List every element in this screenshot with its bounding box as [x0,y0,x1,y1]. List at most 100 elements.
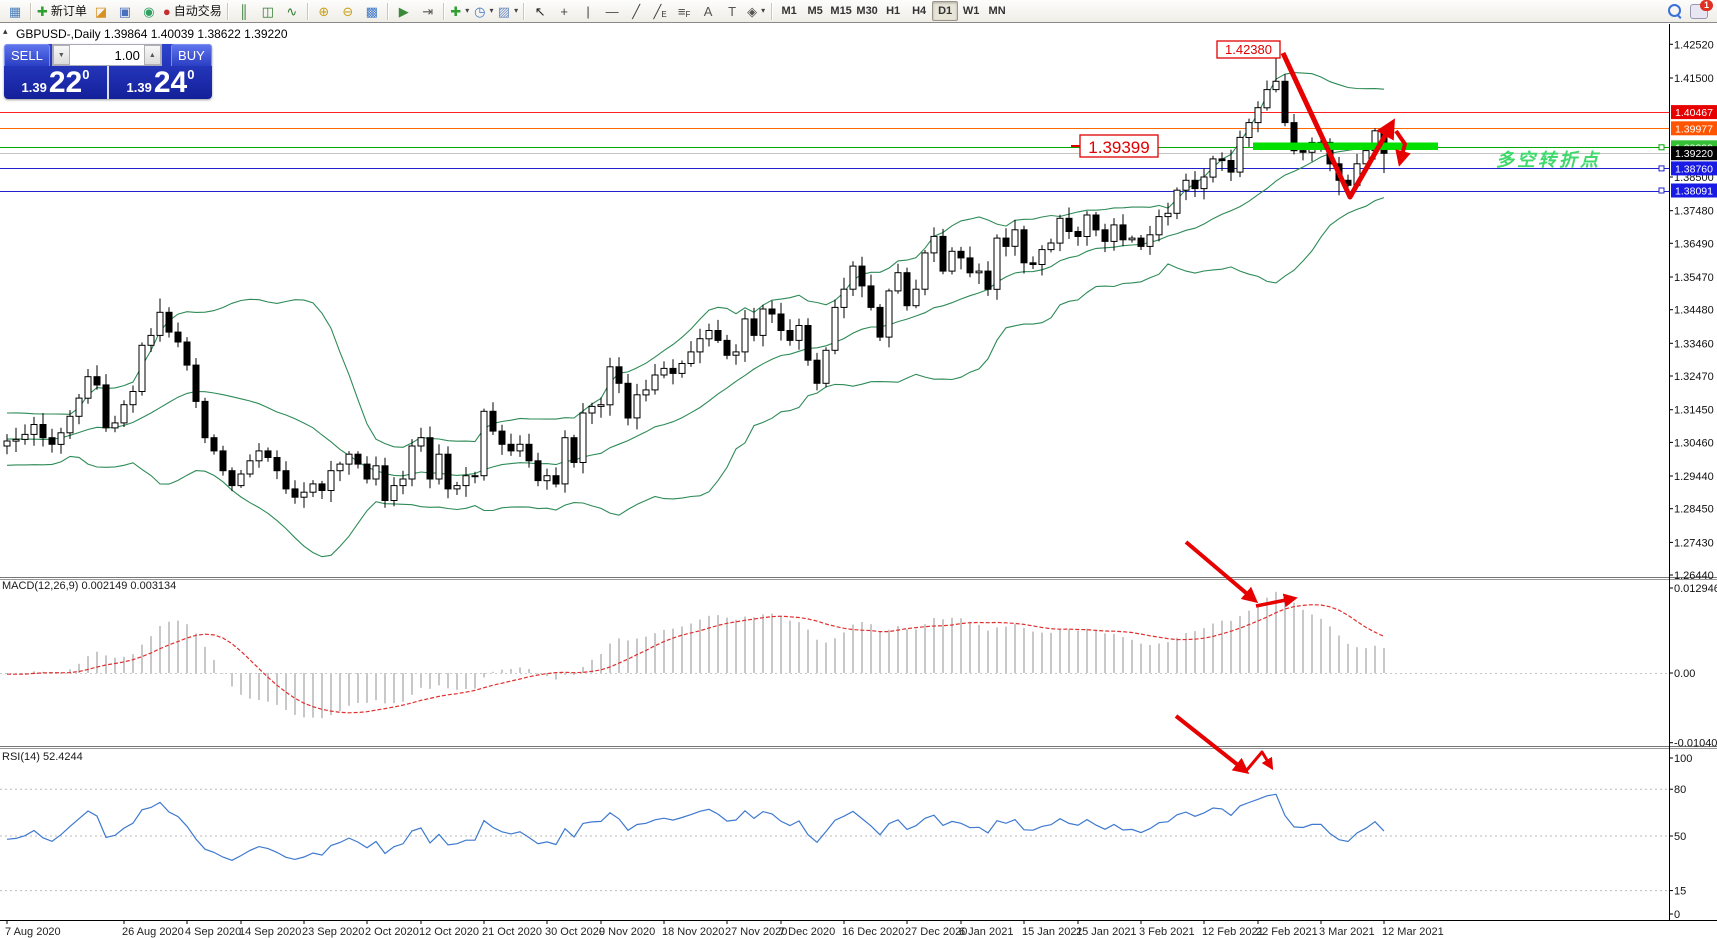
text-tool-icon: A [704,5,713,18]
candlesticks [4,49,1387,508]
svg-text:0: 0 [1674,909,1680,921]
svg-text:100: 100 [1674,753,1692,765]
new-chart-icon[interactable]: ▦ [3,1,27,21]
rsi-indicator-label: RSI(14) 52.4244 [2,751,83,763]
signals-icon: ◉ [143,5,154,18]
timeframe-button-m5[interactable]: M5 [802,1,828,21]
svg-text:80: 80 [1674,784,1686,796]
dropdown-caret-icon[interactable]: ▾ [489,7,493,15]
svg-text:2 Oct 2020: 2 Oct 2020 [365,926,419,938]
line-handle[interactable] [1659,145,1664,150]
candlestick-chart-icon[interactable]: ◫ [256,1,280,21]
svg-text:6 Jan 2021: 6 Jan 2021 [959,926,1013,938]
add-indicator-button[interactable]: ✚▾ [448,1,472,21]
toolbar-separator [387,3,389,20]
support-price-label[interactable]: 1.39399 [1071,135,1158,157]
zoom-in-icon: ⊕ [318,5,329,18]
svg-text:23 Sep 2020: 23 Sep 2020 [302,926,364,938]
one-click-trading-panel: SELL ▼ ▲ BUY 1.39 22 0 1.39 24 0 [4,44,212,99]
support-zone-band[interactable] [1253,143,1438,151]
notifications-icon[interactable]: 1 [1690,4,1708,19]
timeframe-button-m15[interactable]: M15 [828,1,854,21]
dropdown-caret-icon[interactable]: ▾ [761,7,765,15]
svg-text:1.28450: 1.28450 [1674,504,1714,516]
period-clock-button[interactable]: ◷▾ [472,1,496,21]
fibonacci-icon[interactable]: ≡F [672,1,696,21]
line-handle[interactable] [1659,188,1664,193]
price-chart[interactable]: 1.425201.415001.385001.374801.364901.354… [0,0,1717,938]
peak-price-label[interactable]: 1.42380 [1217,41,1280,58]
timeframe-button-d1[interactable]: D1 [932,1,958,21]
volume-input[interactable] [70,45,144,65]
rsi-line [7,794,1384,860]
line-handle[interactable] [1659,166,1664,171]
timeframe-button-h4[interactable]: H4 [906,1,932,21]
svg-text:7 Dec 2020: 7 Dec 2020 [779,926,835,938]
text-tool-icon[interactable]: A [696,1,720,21]
panel-separators[interactable] [0,578,1717,749]
timeframe-button-mn[interactable]: MN [984,1,1010,21]
search-icon[interactable] [1668,4,1682,18]
templates-button: ▨ [498,5,510,18]
svg-text:1.38760: 1.38760 [1675,163,1713,175]
cursor-icon[interactable]: ↖ [528,1,552,21]
horizontal-line-icon: — [606,5,619,18]
svg-text:12 Feb 2021: 12 Feb 2021 [1202,926,1264,938]
zoom-in-icon[interactable]: ⊕ [312,1,336,21]
dropdown-caret-icon[interactable]: ▾ [465,7,469,15]
turning-point-note[interactable]: 多空转折点 [1496,150,1601,170]
timeframe-button-m1[interactable]: M1 [776,1,802,21]
svg-text:1.30460: 1.30460 [1674,437,1714,449]
channel-icon[interactable]: ╱E [648,1,672,21]
svg-text:1.38091: 1.38091 [1675,186,1713,198]
collapse-chart-icon[interactable]: ▴ [3,26,8,37]
zoom-out-icon[interactable]: ⊖ [336,1,360,21]
buy-price[interactable]: 1.39 24 0 [109,66,212,99]
sell-button[interactable]: SELL [4,44,50,66]
auto-scroll-icon[interactable]: ▶ [392,1,416,21]
auto-trading-button[interactable]: ●自动交易 [161,1,224,21]
svg-text:4 Sep 2020: 4 Sep 2020 [185,926,241,938]
bar-chart-icon[interactable]: ║ [232,1,256,21]
sell-price[interactable]: 1.39 22 0 [4,66,107,99]
highlighter-icon[interactable]: ◪ [89,1,113,21]
volume-increase-button[interactable]: ▲ [144,45,161,65]
period-clock-button: ◷ [474,5,485,18]
line-chart-icon: ∿ [286,5,297,18]
dropdown-caret-icon[interactable]: ▾ [514,7,518,15]
timeframe-button-w1[interactable]: W1 [958,1,984,21]
timeframe-button-h1[interactable]: H1 [880,1,906,21]
buy-price-pip: 0 [187,67,194,82]
svg-text:15: 15 [1674,886,1686,898]
shapes-button[interactable]: ◈▾ [744,1,768,21]
svg-text:3 Feb 2021: 3 Feb 2021 [1139,926,1195,938]
trend-arrows-main[interactable] [1283,53,1405,197]
svg-text:1.29440: 1.29440 [1674,471,1714,483]
tile-windows-icon[interactable]: ▩ [360,1,384,21]
horizontal-line-icon[interactable]: — [600,1,624,21]
time-axis[interactable]: 7 Aug 202026 Aug 20204 Sep 202014 Sep 20… [0,920,1717,938]
crosshair-icon[interactable]: + [552,1,576,21]
svg-text:1.39220: 1.39220 [1675,148,1713,160]
price-axis[interactable]: 1.425201.415001.385001.374801.364901.354… [1659,24,1717,920]
trendline-icon[interactable]: ╱ [624,1,648,21]
buy-button[interactable]: BUY [171,44,212,66]
horizontal-line-objects[interactable] [0,113,1669,192]
signals-icon[interactable]: ◉ [137,1,161,21]
templates-button[interactable]: ▨▾ [496,1,520,21]
toolbar-separator [30,3,32,20]
new-order-button[interactable]: ✚新订单 [35,1,89,21]
vertical-line-icon[interactable]: | [576,1,600,21]
chart-shift-icon[interactable]: ⇥ [416,1,440,21]
volume-decrease-button[interactable]: ▼ [53,45,70,65]
svg-text:1.42520: 1.42520 [1674,39,1714,51]
trend-arrows-rsi[interactable] [1176,716,1270,771]
label-tool-icon[interactable]: T [720,1,744,21]
chart-shift-icon: ⇥ [422,5,433,18]
svg-text:-0.010401: -0.010401 [1674,738,1717,750]
auto-scroll-icon: ▶ [399,5,409,18]
market-watch-icon[interactable]: ▣ [113,1,137,21]
timeframe-button-m30[interactable]: M30 [854,1,880,21]
label-tool-icon: T [728,5,736,18]
line-chart-icon[interactable]: ∿ [280,1,304,21]
